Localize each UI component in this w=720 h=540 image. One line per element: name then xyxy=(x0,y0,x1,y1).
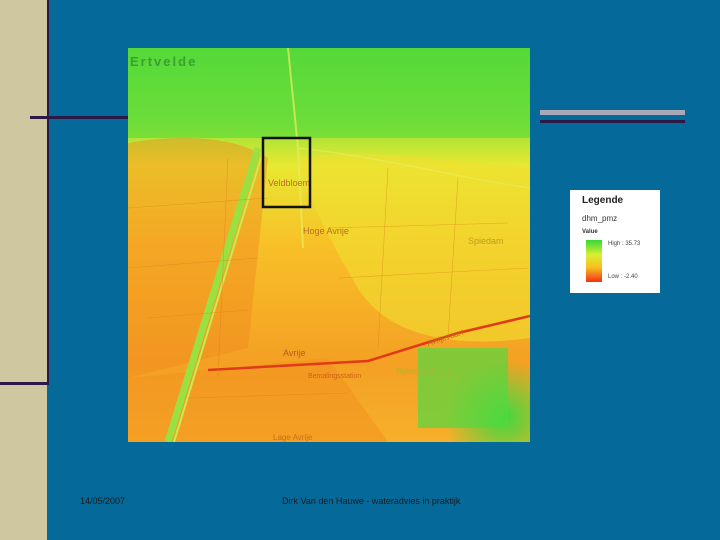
map-label-bombing-station: Bemalingsstation xyxy=(308,373,361,380)
map-label-spiedambrug: Spiedambrug xyxy=(396,366,450,376)
map-legend: Legende dhm_pmz Value High : 35.73 Low :… xyxy=(570,190,660,293)
map-label-avrije: Avrije xyxy=(283,348,305,358)
legend-color-ramp xyxy=(586,240,602,282)
map-green-block xyxy=(418,348,508,428)
map-label-spiedam: Spiedam xyxy=(468,236,504,246)
map-label-ertvelde: Ertvelde xyxy=(130,54,197,69)
decor-rule-right-grey xyxy=(540,110,685,115)
left-decor-edge xyxy=(47,0,49,384)
legend-low-value: Low : -2.40 xyxy=(608,274,638,280)
left-decor-bottom xyxy=(0,382,49,385)
legend-field-name: Value xyxy=(582,229,598,235)
map-label-veldbloem: Veldbloem xyxy=(268,178,310,188)
legend-title: Legende xyxy=(582,195,624,206)
legend-high-value: High : 35.73 xyxy=(608,241,641,247)
map-label-lage-avrije: Lage Avrije xyxy=(273,433,313,442)
footer-caption: Dirk Van den Hauwe - wateradvies in prak… xyxy=(282,496,461,506)
decor-rule-right-dark xyxy=(540,120,685,123)
footer-date: 14/05/2007 xyxy=(80,496,126,506)
decor-rule-left xyxy=(30,116,130,119)
legend-layer-name: dhm_pmz xyxy=(582,214,618,223)
map-label-hoge-avrije: Hoge Avrije xyxy=(303,226,349,236)
elevation-map: Ertvelde Veldbloem Hoge Avrije Spiedam A… xyxy=(128,48,530,442)
left-decor-band xyxy=(0,0,47,540)
